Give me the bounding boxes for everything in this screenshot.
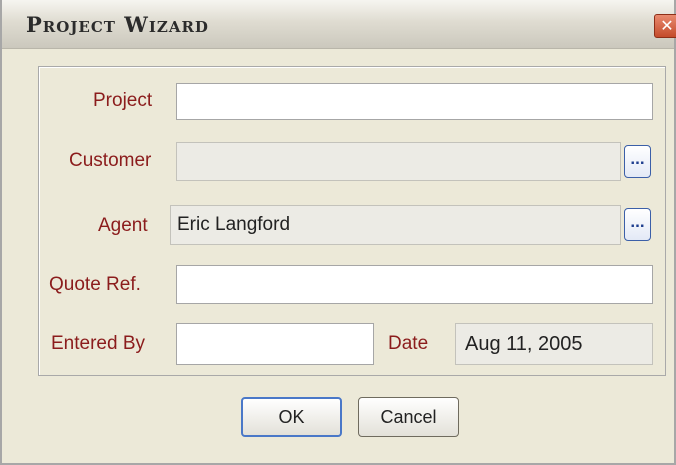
- quote-ref-label: Quote Ref.: [49, 274, 141, 295]
- agent-label: Agent: [98, 215, 148, 236]
- title-bar[interactable]: Project Wizard ✕: [2, 0, 676, 49]
- agent-browse-button[interactable]: ...: [624, 208, 651, 241]
- customer-browse-button[interactable]: ...: [624, 145, 651, 178]
- customer-field[interactable]: [176, 142, 621, 181]
- project-input[interactable]: [176, 83, 653, 120]
- entered-by-input[interactable]: [176, 323, 374, 365]
- close-button[interactable]: ✕: [654, 14, 676, 38]
- quote-ref-input[interactable]: [176, 265, 653, 304]
- agent-field-value: Eric Langford: [177, 214, 291, 235]
- project-label: Project: [93, 90, 153, 111]
- customer-label: Customer: [69, 150, 152, 171]
- date-field-value: Aug 11, 2005: [465, 333, 583, 355]
- date-field[interactable]: Aug 11, 2005: [455, 323, 653, 365]
- close-icon: ✕: [660, 16, 674, 35]
- dialog-title: Project Wizard: [26, 12, 209, 37]
- entered-by-label: Entered By: [51, 333, 145, 354]
- cancel-button[interactable]: Cancel: [358, 397, 459, 437]
- project-wizard-dialog: Project Wizard ✕ Project Customer ... Ag…: [0, 0, 676, 465]
- ok-button[interactable]: OK: [241, 397, 342, 437]
- date-label: Date: [388, 333, 429, 354]
- agent-field[interactable]: Eric Langford: [170, 205, 621, 245]
